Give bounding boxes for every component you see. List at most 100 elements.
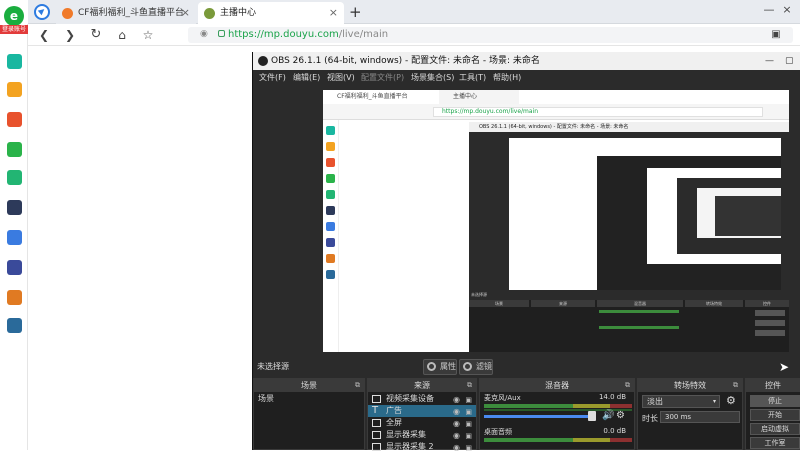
visibility-icon[interactable]: ◉ [453, 442, 460, 454]
mixer-header: 混音器 ⧉ [480, 379, 634, 392]
recursive-frame [715, 196, 781, 236]
recursive-frame [647, 168, 781, 264]
back-icon[interactable]: ❮ [36, 27, 52, 43]
recursive-frame [677, 178, 781, 254]
menu-item[interactable]: 配置文件(P) [361, 70, 404, 85]
browser-window: CF福利福利_斗鱼直播平台 × 主播中心 × + e 登录账号 ❮ ❯ ↻ ⌂ … [0, 0, 800, 453]
nested-scenes-header: 场景 [469, 300, 529, 307]
start-recording-button[interactable]: 开始 [750, 409, 800, 421]
url-path: /live/main [338, 29, 389, 40]
filters-button[interactable]: 滤镜 [459, 359, 493, 375]
lock-icon[interactable]: ▣ [465, 442, 472, 454]
obs-titlebar: OBS 26.1.1 (64-bit, windows) - 配置文件: 未命名… [253, 52, 800, 70]
preview-tab-1: CF福利福利_斗鱼直播平台 [323, 90, 438, 104]
source-label: 全屏 [386, 418, 402, 427]
transitions-dock: 转场特效 ⧉ 淡出 ▾ ⚙ 时长 300 ms [637, 378, 743, 450]
minimize-button[interactable]: — [762, 3, 776, 17]
source-item[interactable]: T 广告 ◉ ▣ [368, 405, 476, 417]
source-label: 视频采集设备 [386, 394, 434, 403]
source-item[interactable]: 显示器采集 ◉ ▣ [368, 429, 476, 441]
volume-slider[interactable] [484, 415, 594, 418]
source-item[interactable]: 全屏 ◉ ▣ [368, 417, 476, 429]
address-bar[interactable]: https://mp.douyu.com/live/main [188, 27, 793, 43]
close-tab-icon[interactable]: × [181, 2, 190, 24]
transition-select[interactable]: 淡出 ▾ [642, 395, 720, 408]
login-account-badge[interactable]: 登录账号 [0, 25, 28, 34]
scenes-header: 场景 ⧉ [254, 379, 364, 392]
duration-input[interactable]: 300 ms [660, 411, 740, 423]
nested-obs-title: OBS 26.1.1 (64-bit, windows) - 配置文件: 未命名… [469, 122, 789, 132]
volume-slider-handle[interactable] [588, 411, 596, 421]
source-label: 显示器采集 [386, 430, 426, 439]
star-icon[interactable]: ☆ [140, 27, 156, 43]
filter-icon [463, 362, 472, 371]
cast-icon[interactable]: ▣ [768, 27, 784, 43]
stop-streaming-button[interactable]: 停止 [750, 395, 800, 407]
gear-icon[interactable]: ⚙ [616, 410, 625, 421]
sidebar-app-icon[interactable] [7, 142, 22, 157]
channel-name: 麦克风/Aux [484, 394, 521, 402]
menu-item[interactable]: 编辑(E) [293, 70, 320, 85]
sidebar-app-icon[interactable] [7, 112, 22, 127]
monitor-icon [372, 419, 381, 427]
scene-item[interactable]: 场景 [254, 393, 364, 405]
preview-sidebar-icon [326, 206, 335, 215]
nav-bar: ❮ ❯ ↻ ⌂ ☆ https://mp.douyu.com/live/main… [28, 24, 800, 46]
obs-maximize-button[interactable]: ▢ [785, 52, 794, 70]
forward-icon[interactable]: ❯ [62, 27, 78, 43]
sidebar-app-icon[interactable] [7, 54, 22, 69]
obs-preview[interactable]: CF福利福利_斗鱼直播平台 主播中心 https://mp.douyu.com/… [323, 90, 789, 352]
undock-icon[interactable]: ⧉ [355, 379, 360, 392]
tab-anchor-center[interactable]: 主播中心 × [198, 2, 344, 24]
source-item[interactable]: 显示器采集 2 ◉ ▣ [368, 441, 476, 453]
sidebar-app-icon[interactable] [7, 230, 22, 245]
preview-sidebar-icon [326, 254, 335, 263]
tab-bar: CF福利福利_斗鱼直播平台 × 主播中心 × + [0, 0, 800, 24]
reload-icon[interactable]: ↻ [88, 27, 104, 43]
preview-sidebar [323, 120, 339, 352]
recursive-frame [597, 156, 781, 290]
new-tab-button[interactable]: + [349, 2, 362, 22]
scenes-dock: 场景 ⧉ 场景 [253, 378, 365, 450]
nested-controls-header: 控件 [745, 300, 789, 307]
browser-app-logo[interactable]: e [4, 6, 24, 26]
gear-icon[interactable]: ⚙ [726, 394, 736, 407]
obs-minimize-button[interactable]: — [765, 52, 774, 70]
close-window-button[interactable]: × [780, 3, 794, 17]
home-icon[interactable]: ⌂ [114, 27, 130, 43]
sidebar-app-icon[interactable] [7, 260, 22, 275]
sources-header: 来源 ⧉ [368, 379, 476, 392]
gear-icon [427, 362, 436, 371]
preview-sidebar-icon [326, 270, 335, 279]
transitions-header: 转场特效 ⧉ [638, 379, 742, 392]
preview-sidebar-icon [326, 158, 335, 167]
duration-label: 时长 [642, 414, 658, 423]
undock-icon[interactable]: ⧉ [733, 379, 738, 392]
undock-icon[interactable]: ⧉ [467, 379, 472, 392]
sidebar-app-icon[interactable] [7, 170, 22, 185]
browser-logo-icon[interactable] [34, 4, 50, 20]
menu-item[interactable]: 文件(F) [259, 70, 286, 85]
page-info-icon[interactable]: ◉ [200, 29, 210, 39]
undock-icon[interactable]: ⧉ [625, 379, 630, 392]
properties-button[interactable]: 属性 [423, 359, 457, 375]
close-tab-icon[interactable]: × [329, 2, 338, 24]
studio-mode-button[interactable]: 工作室 [750, 437, 800, 449]
menu-item[interactable]: 帮助(H) [493, 70, 521, 85]
preview-tab-2: 主播中心 [439, 90, 519, 104]
source-label: 广告 [386, 406, 402, 415]
source-item[interactable]: 视频采集设备 ◉ ▣ [368, 393, 476, 405]
start-virtual-camera-button[interactable]: 启动虚拟 [750, 423, 800, 435]
chevron-down-icon: ▾ [712, 398, 716, 405]
menu-item[interactable]: 视图(V) [327, 70, 355, 85]
sidebar-app-icon[interactable] [7, 82, 22, 97]
sidebar-app-icon[interactable] [7, 290, 22, 305]
menu-item[interactable]: 场景集合(S) [411, 70, 454, 85]
tab-douyu-cf[interactable]: CF福利福利_斗鱼直播平台 × [56, 2, 196, 24]
preview-sidebar-icon [326, 238, 335, 247]
sidebar-app-icon[interactable] [7, 318, 22, 333]
menu-item[interactable]: 工具(T) [459, 70, 486, 85]
preview-sidebar-icon [326, 174, 335, 183]
sidebar-app-icon[interactable] [7, 200, 22, 215]
speaker-icon[interactable]: 🔊 [602, 410, 614, 421]
